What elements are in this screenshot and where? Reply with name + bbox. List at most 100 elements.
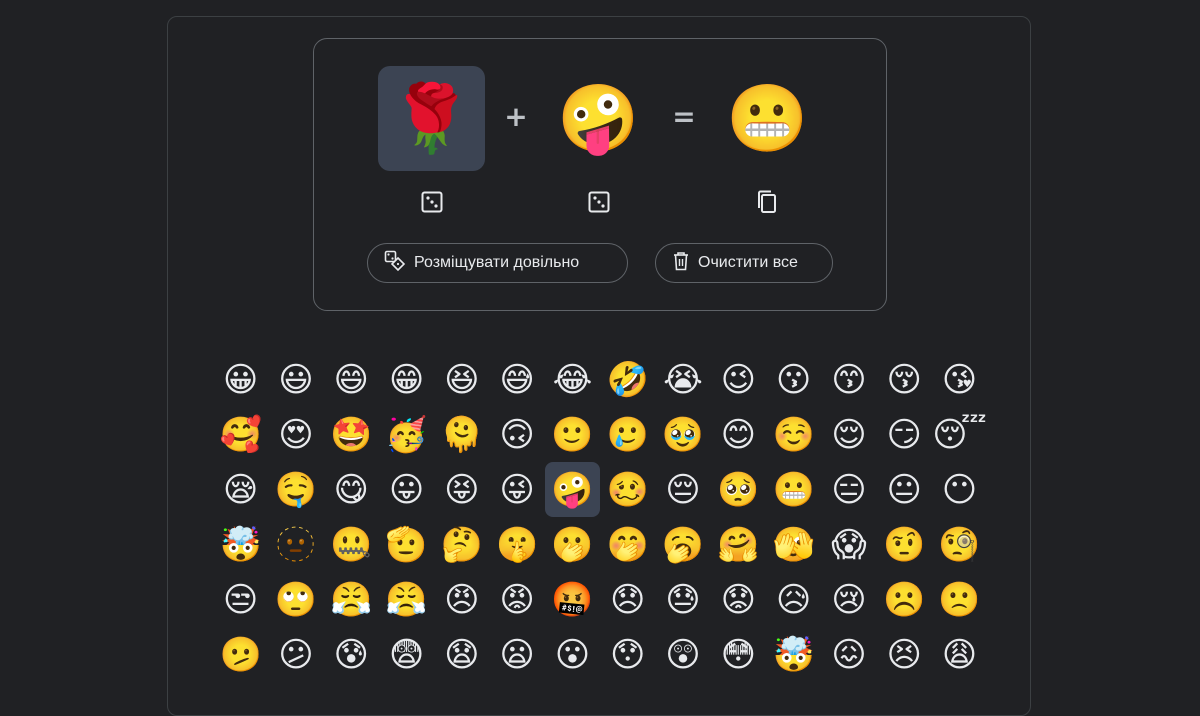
emoji-grid-item[interactable]: 🤭 <box>600 517 655 572</box>
emoji-grid-item[interactable]: 🤗 <box>711 517 766 572</box>
emoji-grid-item[interactable]: 🙃 <box>489 407 544 462</box>
plus-sign: + <box>504 100 528 133</box>
emoji-grid-item[interactable]: 😰 <box>324 627 379 682</box>
emoji-grid-item[interactable]: 🤯 <box>766 627 821 682</box>
emoji-grid-item[interactable]: 🥰 <box>213 407 268 462</box>
right-emoji-slot[interactable]: 🤪 <box>545 66 652 171</box>
emoji-grid-item[interactable]: 😁 <box>379 352 434 407</box>
emoji-grid-item[interactable]: 😠 <box>434 572 489 627</box>
emoji-grid-item[interactable]: 🥱 <box>655 517 710 572</box>
emoji-grid-item[interactable]: ☺️ <box>766 407 821 462</box>
emoji-grid-item[interactable]: 😐 <box>877 462 932 517</box>
emoji-grid-item[interactable]: 😔 <box>655 462 710 517</box>
emoji-grid-item[interactable]: 😤 <box>324 572 379 627</box>
shuffle-shapes-icon <box>384 250 406 277</box>
emoji-grid-item[interactable]: 😙 <box>821 352 876 407</box>
emoji-grid-item[interactable]: 😗 <box>766 352 821 407</box>
randomize-label: Розміщувати довільно <box>414 254 580 271</box>
emoji-grid-item[interactable]: 😬 <box>766 462 821 517</box>
emoji-grid-item[interactable]: 😣 <box>877 627 932 682</box>
emoji-grid-item[interactable]: 😪 <box>213 462 268 517</box>
emoji-grid-item[interactable]: 🤬 <box>545 572 600 627</box>
emoji-grid-item[interactable]: 😍 <box>268 407 323 462</box>
emoji-grid: 😀 😃 😄 😁 😆 😅 😂 🤣 😭 😉 😗 😙 😚 😘 🥰 😍 🤩 🥳 🫠 🙃 🙂 🥲 🥹 😊 ☺️ 😌 😏 😴 😪 🤤 😋 😛 😝 😜 🤪 🥴 😔 🥺 😬… <box>213 352 987 682</box>
emoji-grid-item[interactable]: 😶 <box>932 462 987 517</box>
emoji-grid-item[interactable]: 🤔 <box>434 517 489 572</box>
emoji-grid-item[interactable]: 😀 <box>213 352 268 407</box>
emoji-grid-item[interactable]: 😆 <box>434 352 489 407</box>
dice-icon[interactable] <box>587 190 611 214</box>
emoji-grid-item[interactable]: 😱 <box>821 517 876 572</box>
clear-all-button[interactable]: Очистити все <box>655 243 833 283</box>
emoji-grid-item[interactable]: 😲 <box>655 627 710 682</box>
emoji-grid-item[interactable]: 😘 <box>932 352 987 407</box>
emoji-grid-item[interactable]: 😖 <box>821 627 876 682</box>
result-emoji: 😬 <box>726 79 809 157</box>
emoji-grid-item[interactable]: 🙂 <box>545 407 600 462</box>
emoji-grid-item[interactable]: 🙄 <box>268 572 323 627</box>
emoji-grid-item[interactable]: 😉 <box>711 352 766 407</box>
emoji-grid-item[interactable]: 😋 <box>324 462 379 517</box>
emoji-grid-item[interactable]: 😌 <box>821 407 876 462</box>
emoji-grid-item[interactable]: 😴 <box>932 407 987 462</box>
copy-icon[interactable] <box>755 190 779 214</box>
emoji-grid-item[interactable]: 🤫 <box>489 517 544 572</box>
emoji-grid-item[interactable]: 🥴 <box>600 462 655 517</box>
left-emoji-slot[interactable]: 🌹 <box>378 66 485 171</box>
emoji-grid-item[interactable]: 🥺 <box>711 462 766 517</box>
emoji-grid-item[interactable]: 😳 <box>711 627 766 682</box>
emoji-grid-item[interactable]: 🤨 <box>877 517 932 572</box>
result-emoji-slot[interactable]: 😬 <box>714 66 821 171</box>
emoji-grid-item[interactable]: 🫡 <box>379 517 434 572</box>
emoji-grid-item[interactable]: 🫠 <box>434 407 489 462</box>
emoji-grid-item[interactable]: ☹️ <box>877 572 932 627</box>
emoji-grid-item[interactable]: 😥 <box>766 572 821 627</box>
emoji-grid-item[interactable]: 🧐 <box>932 517 987 572</box>
emoji-grid-item[interactable]: 🤣 <box>600 352 655 407</box>
emoji-grid-item[interactable]: 😏 <box>877 407 932 462</box>
emoji-grid-item[interactable]: 😚 <box>877 352 932 407</box>
emoji-grid-item[interactable]: 😕 <box>268 627 323 682</box>
emoji-grid-item[interactable]: 🙁 <box>932 572 987 627</box>
dice-icon[interactable] <box>420 190 444 214</box>
emoji-grid-item[interactable]: 🤐 <box>324 517 379 572</box>
emoji-grid-item[interactable]: 😂 <box>545 352 600 407</box>
emoji-grid-item[interactable]: 😒 <box>213 572 268 627</box>
emoji-grid-item[interactable]: 🥹 <box>655 407 710 462</box>
emoji-grid-item[interactable]: 😅 <box>489 352 544 407</box>
emoji-grid-item[interactable]: 😄 <box>324 352 379 407</box>
emoji-grid-item[interactable]: 🫣 <box>766 517 821 572</box>
emoji-grid-item[interactable]: 😮 <box>545 627 600 682</box>
emoji-grid-item[interactable]: 🤯 <box>213 517 268 572</box>
emoji-grid-item[interactable]: 🥳 <box>379 407 434 462</box>
emoji-grid-item[interactable]: 😓 <box>655 572 710 627</box>
emoji-grid-item[interactable]: 🤤 <box>268 462 323 517</box>
emoji-grid-item[interactable]: 🤪 <box>544 462 601 517</box>
emoji-grid-item[interactable]: 🫤 <box>213 627 268 682</box>
clear-all-label: Очистити все <box>698 254 798 271</box>
trash-icon <box>672 251 690 276</box>
emoji-grid-item[interactable]: 😊 <box>711 407 766 462</box>
emoji-grid-item[interactable]: 😞 <box>600 572 655 627</box>
emoji-grid-item[interactable]: 😯 <box>600 627 655 682</box>
emoji-grid-item[interactable]: 😛 <box>379 462 434 517</box>
emoji-grid-item[interactable]: 😃 <box>268 352 323 407</box>
emoji-grid-item[interactable]: 😩 <box>932 627 987 682</box>
equals-sign: = <box>672 100 696 133</box>
emoji-grid-item[interactable]: 😧 <box>434 627 489 682</box>
emoji-grid-item[interactable]: 😭 <box>655 352 710 407</box>
randomize-button[interactable]: Розміщувати довільно <box>367 243 628 283</box>
emoji-grid-item[interactable]: 😟 <box>711 572 766 627</box>
emoji-grid-item[interactable]: 🤩 <box>324 407 379 462</box>
emoji-grid-item[interactable]: 🥲 <box>600 407 655 462</box>
emoji-grid-item[interactable]: 😡 <box>489 572 544 627</box>
emoji-grid-item[interactable]: 😤 <box>379 572 434 627</box>
emoji-grid-item[interactable]: 🫥 <box>268 517 323 572</box>
emoji-grid-item[interactable]: 😑 <box>821 462 876 517</box>
emoji-grid-item[interactable]: 😨 <box>379 627 434 682</box>
emoji-grid-item[interactable]: 😦 <box>489 627 544 682</box>
emoji-grid-item[interactable]: 🫢 <box>545 517 600 572</box>
emoji-grid-item[interactable]: 😢 <box>821 572 876 627</box>
emoji-grid-item[interactable]: 😝 <box>434 462 489 517</box>
emoji-grid-item[interactable]: 😜 <box>489 462 544 517</box>
